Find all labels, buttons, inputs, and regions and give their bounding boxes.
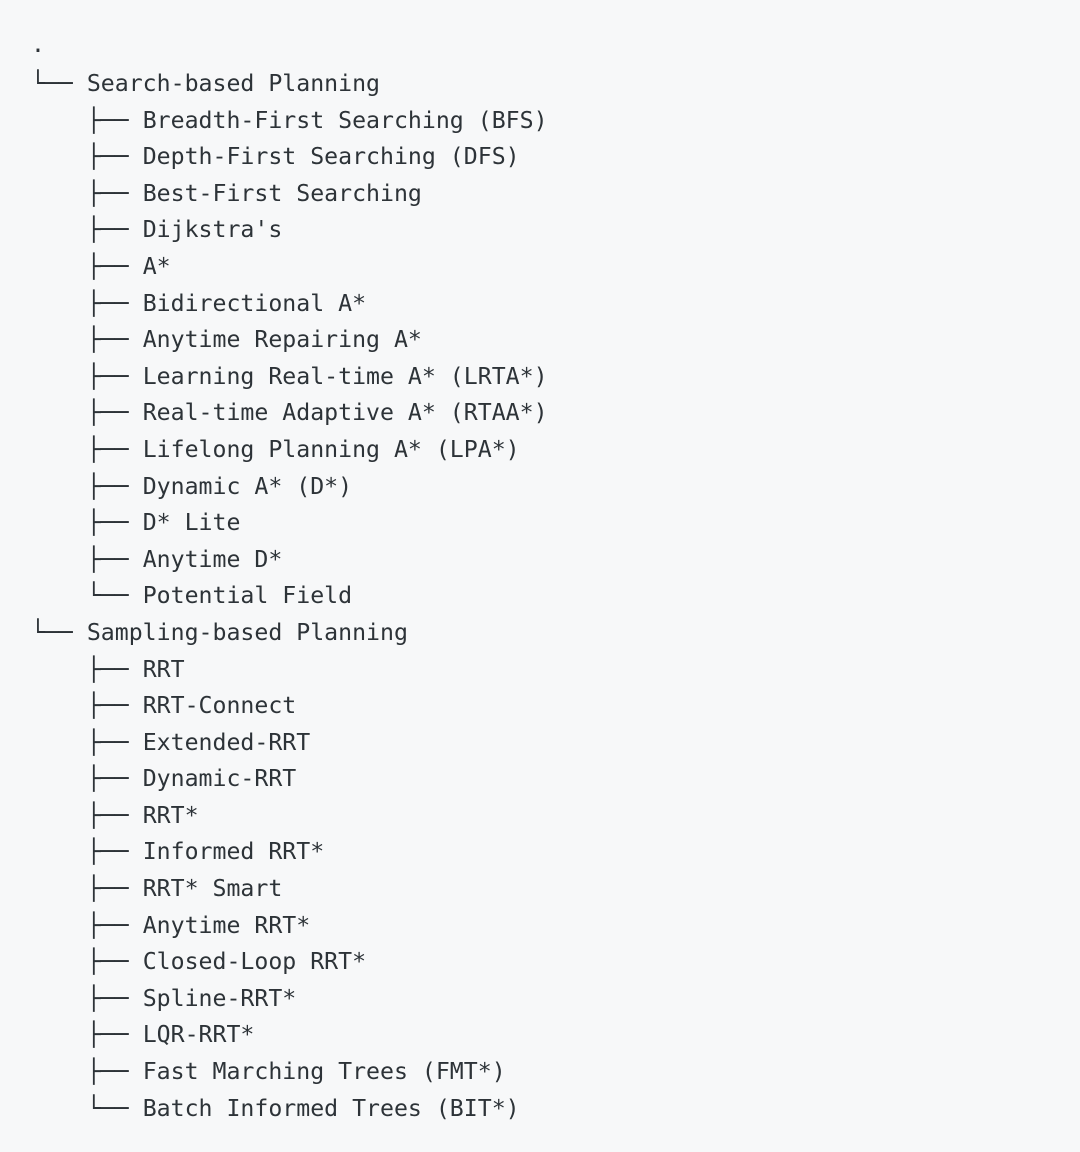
tree-branch-connector: ├── — [31, 216, 143, 244]
tree-node: ├── RRT* Smart — [31, 871, 1080, 908]
tree-branch-connector: ├── — [31, 1058, 143, 1086]
tree-node-label: RRT-Connect — [142, 692, 297, 720]
tree-branch-connector: ├── — [31, 509, 143, 537]
tree-node: └── Potential Field — [31, 578, 1080, 615]
tree-node: ├── RRT — [31, 652, 1080, 689]
tree-node: └── Batch Informed Trees (BIT*) — [31, 1091, 1080, 1128]
tree-root-node: . — [31, 30, 1080, 66]
tree-node: ├── Depth-First Searching (DFS) — [31, 139, 1080, 176]
tree-node: ├── Learning Real-time A* (LRTA*) — [31, 359, 1080, 396]
tree-branch-connector: ├── — [31, 765, 143, 793]
tree-node-label: Bidirectional A* — [142, 289, 367, 317]
tree-node-label: Informed RRT* — [142, 838, 325, 866]
tree-node-label: Extended-RRT — [142, 728, 311, 756]
tree-branch-connector: ├── — [31, 106, 143, 134]
tree-branch-connector: ├── — [31, 252, 143, 280]
tree-node-label: Dynamic A* (D*) — [142, 472, 353, 500]
tree-node: ├── Lifelong Planning A* (LPA*) — [31, 432, 1080, 469]
tree-node-label: Lifelong Planning A* (LPA*) — [142, 435, 520, 463]
tree-branch-connector: ├── — [31, 911, 143, 939]
tree-branch-connector: ├── — [31, 545, 143, 573]
tree-node: └── Sampling-based Planning — [31, 615, 1080, 652]
tree-node: ├── A* — [31, 249, 1080, 286]
tree-node-label: Real-time Adaptive A* (RTAA*) — [142, 399, 548, 427]
tree-branch-connector: ├── — [31, 838, 143, 866]
tree-node-label: Learning Real-time A* (LRTA*) — [142, 362, 548, 390]
tree-node-label: Closed-Loop RRT* — [142, 948, 367, 976]
tree-node-label: Anytime RRT* — [142, 911, 311, 939]
tree-node: ├── RRT* — [31, 798, 1080, 835]
tree-node-label: RRT — [142, 655, 185, 683]
tree-branch-connector: ├── — [31, 1021, 143, 1049]
tree-branch-connector: ├── — [31, 326, 143, 354]
tree-node-label: Depth-First Searching (DFS) — [142, 143, 520, 171]
tree-branch-connector: ├── — [31, 435, 143, 463]
tree-node-label: Breadth-First Searching (BFS) — [142, 106, 548, 134]
tree-node-label: . — [31, 31, 45, 58]
tree-node-label: Anytime Repairing A* — [142, 326, 422, 354]
tree-branch-connector: ├── — [31, 984, 143, 1012]
tree-node: ├── RRT-Connect — [31, 688, 1080, 725]
tree-branch-connector: └── — [31, 618, 87, 646]
tree-node-label: Potential Field — [142, 582, 353, 610]
tree-node-label: Search-based Planning — [86, 70, 381, 97]
tree-branch-connector: ├── — [31, 143, 143, 171]
tree-branch-connector: └── — [31, 70, 87, 97]
tree-branch-connector: ├── — [31, 362, 143, 390]
tree-branch-connector: └── — [31, 582, 143, 610]
tree-node-label: LQR-RRT* — [142, 1021, 255, 1049]
tree-node: ├── Dynamic-RRT — [31, 761, 1080, 798]
tree-node: ├── Real-time Adaptive A* (RTAA*) — [31, 395, 1080, 432]
tree-node: ├── Breadth-First Searching (BFS) — [31, 103, 1080, 140]
tree-node: ├── Anytime Repairing A* — [31, 322, 1080, 359]
tree-branch-connector: └── — [31, 1094, 143, 1122]
tree-branch-connector: ├── — [31, 728, 143, 756]
tree-node: ├── Dynamic A* (D*) — [31, 469, 1080, 506]
tree-node-label: Sampling-based Planning — [86, 618, 408, 646]
tree-node: └── Search-based Planning — [31, 66, 1080, 103]
tree-branch-connector: ├── — [31, 472, 143, 500]
tree-node: ├── D* Lite — [31, 505, 1080, 542]
tree-node: ├── Informed RRT* — [31, 834, 1080, 871]
tree-branch-connector: ├── — [31, 655, 143, 683]
tree-view: . └── Search-based Planning ├── Breadth-F… — [0, 0, 1080, 1152]
tree-branch-connector: ├── — [31, 399, 143, 427]
tree-node-label: D* Lite — [142, 509, 241, 537]
tree-node: ├── Best-First Searching — [31, 176, 1080, 213]
tree-node: ├── Fast Marching Trees (FMT*) — [31, 1054, 1080, 1091]
tree-branch-connector: ├── — [31, 948, 143, 976]
tree-node: ├── Dijkstra's — [31, 212, 1080, 249]
tree-node-label: Spline-RRT* — [142, 984, 297, 1012]
tree-node-label: A* — [142, 252, 171, 280]
tree-node-label: RRT* — [142, 801, 199, 829]
tree-branch-connector: ├── — [31, 875, 143, 903]
tree-node: ├── Closed-Loop RRT* — [31, 944, 1080, 981]
tree-node: ├── Bidirectional A* — [31, 286, 1080, 323]
tree-node-label: Best-First Searching — [142, 179, 422, 207]
tree-branch-connector: ├── — [31, 179, 143, 207]
tree-node: ├── Extended-RRT — [31, 725, 1080, 762]
tree-node-label: Batch Informed Trees (BIT*) — [142, 1094, 520, 1122]
tree-node: ├── LQR-RRT* — [31, 1017, 1080, 1054]
tree-node-label: Anytime D* — [142, 545, 283, 573]
tree-node-label: Dijkstra's — [142, 216, 283, 244]
tree-node: ├── Anytime D* — [31, 542, 1080, 579]
tree-branch-connector: ├── — [31, 289, 143, 317]
tree-node-label: RRT* Smart — [142, 875, 283, 903]
tree-node-label: Fast Marching Trees (FMT*) — [142, 1058, 506, 1086]
tree-node-label: Dynamic-RRT — [142, 765, 297, 793]
tree-branch-connector: ├── — [31, 692, 143, 720]
tree-node: ├── Anytime RRT* — [31, 908, 1080, 945]
tree-branch-connector: ├── — [31, 801, 143, 829]
tree-node: ├── Spline-RRT* — [31, 981, 1080, 1018]
